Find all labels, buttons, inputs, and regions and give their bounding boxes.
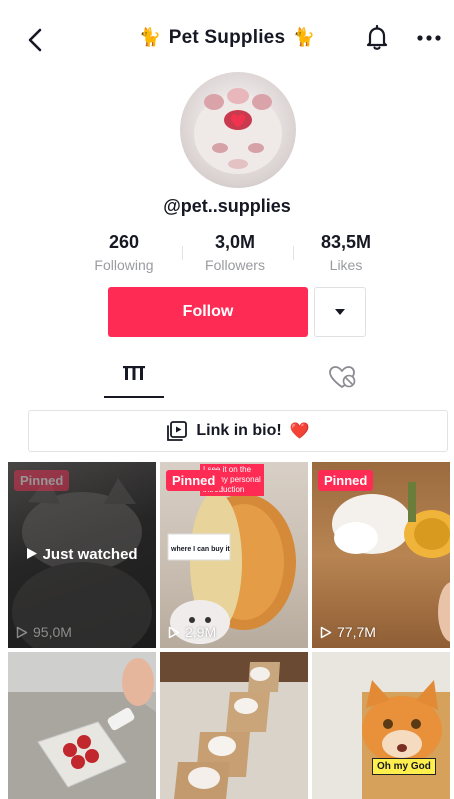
likes-count: 83,5M xyxy=(320,232,372,252)
video-thumbnail[interactable]: Oh my God xyxy=(312,652,450,799)
video-caption: Oh my God xyxy=(372,758,436,775)
video-thumbnail[interactable]: I see it on the low my personal introduc… xyxy=(160,462,308,648)
orange-cat-photo xyxy=(362,680,450,799)
cat-emoji-left: 🐈 xyxy=(138,27,162,47)
profile-screen: 🐈 Pet Supplies 🐈 @pet..supplies 260 Foll… xyxy=(4,0,450,799)
likes-label: Likes xyxy=(329,257,363,273)
avatar[interactable] xyxy=(180,72,296,188)
video-thumbnail[interactable]: Pinned Just watched 95,0M xyxy=(8,462,156,648)
username: @pet..supplies xyxy=(163,196,291,216)
liked-hidden-icon[interactable] xyxy=(322,362,362,392)
view-count-text: 2,9M xyxy=(185,624,217,640)
view-count: 77,7M xyxy=(320,624,376,640)
video-thumbnail[interactable] xyxy=(160,652,308,799)
view-count: 95,0M xyxy=(16,624,72,640)
followers-label: Followers xyxy=(205,257,265,273)
play-outline-icon xyxy=(320,626,332,638)
view-count-text: 95,0M xyxy=(33,624,72,640)
pinned-badge: Pinned xyxy=(14,470,70,491)
follow-button[interactable]: Follow xyxy=(108,287,308,337)
stat-followers[interactable]: 3,0M Followers xyxy=(175,232,295,273)
top-bar: 🐈 Pet Supplies 🐈 xyxy=(4,18,450,62)
just-watched-label: Just watched xyxy=(8,546,156,563)
heart-emoji: ❤️ xyxy=(289,423,310,440)
link-in-bio-label: Link in bio! xyxy=(196,422,282,439)
play-outline-icon xyxy=(168,626,180,638)
stats-row: 260 Following 3,0M Followers 83,5M Likes xyxy=(4,232,450,276)
play-outline-icon xyxy=(16,626,28,638)
view-count-text: 77,7M xyxy=(337,624,376,640)
play-icon xyxy=(27,548,38,559)
suggested-accounts-button[interactable] xyxy=(314,287,366,337)
ellipsis-icon[interactable] xyxy=(416,28,442,48)
following-label: Following xyxy=(94,257,154,273)
stat-following[interactable]: 260 Following xyxy=(64,232,184,273)
video-grid: Pinned Just watched 95,0M I see it on th… xyxy=(8,462,450,799)
video-thumbnail[interactable] xyxy=(8,652,156,799)
stat-likes[interactable]: 83,5M Likes xyxy=(286,232,406,273)
kittens-boxes-photo xyxy=(160,652,308,799)
tab-videos[interactable] xyxy=(104,358,164,398)
following-count: 260 xyxy=(108,232,140,252)
content-tabs xyxy=(4,358,450,402)
paw-photo xyxy=(194,88,282,174)
grid-icon xyxy=(123,366,145,380)
active-tab-indicator xyxy=(104,396,164,398)
just-watched-text: Just watched xyxy=(42,546,138,563)
pinned-badge: Pinned xyxy=(166,470,222,491)
link-in-bio-button[interactable]: Link in bio! ❤️ xyxy=(28,410,448,452)
followers-count: 3,0M xyxy=(214,232,256,252)
page-title-text: Pet Supplies xyxy=(168,27,286,48)
cat-emoji-right: 🐈 xyxy=(292,27,316,47)
litter-scoop-photo xyxy=(8,658,156,799)
comment-bubble-text: where I can buy it xyxy=(171,546,230,553)
pinned-badge: Pinned xyxy=(318,470,374,491)
view-count: 2,9M xyxy=(168,624,216,640)
video-thumbnail[interactable]: Pinned 77,7M xyxy=(312,462,450,648)
playlist-icon xyxy=(167,421,188,441)
bell-icon[interactable] xyxy=(364,24,390,52)
caret-down-icon xyxy=(335,309,345,315)
